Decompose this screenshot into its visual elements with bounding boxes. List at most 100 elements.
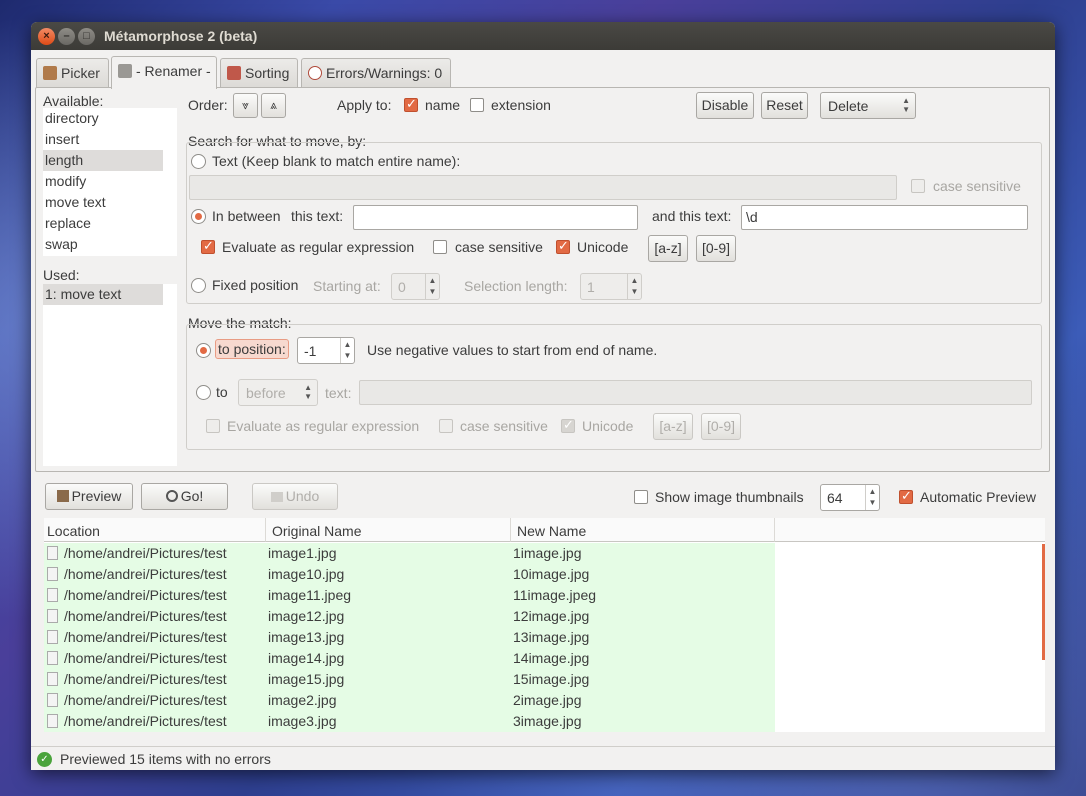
negative-hint: Use negative values to start from end of… xyxy=(367,342,658,358)
file-icon xyxy=(47,609,58,623)
to-text-radio[interactable] xyxy=(196,385,211,400)
cell-location: /home/andrei/Pictures/test xyxy=(64,692,227,708)
to-position-radio[interactable] xyxy=(196,343,211,358)
move-az-button[interactable]: [a-z] xyxy=(653,413,693,440)
before-combo[interactable]: before ▲ ▼ xyxy=(238,379,318,406)
spin-arrows-icon: ▲ ▼ xyxy=(902,96,910,114)
used-list[interactable]: 1: move text xyxy=(43,284,177,466)
file-table[interactable]: Location Original Name New Name /home/an… xyxy=(44,518,1045,732)
cell-original: image2.jpg xyxy=(268,692,337,708)
available-list[interactable]: directory insert length modify move text… xyxy=(43,108,177,256)
table-row[interactable]: /home/andrei/Pictures/test image13.jpg 13i… xyxy=(44,627,775,648)
move-case-sensitive-checkbox[interactable] xyxy=(439,419,453,433)
move-eval-regex-checkbox[interactable] xyxy=(206,419,220,433)
this-text-input[interactable] xyxy=(353,205,638,230)
table-row[interactable]: /home/andrei/Pictures/test image12.jpg 12i… xyxy=(44,606,775,627)
table-row[interactable]: /home/andrei/Pictures/test image14.jpg 14i… xyxy=(44,648,775,669)
selection-length-spin[interactable]: 1 ▲ ▼ xyxy=(580,273,642,300)
text-option-label: Text (Keep blank to match entire name): xyxy=(212,153,461,169)
column-new-name[interactable]: New Name xyxy=(511,518,775,542)
tab-renamer[interactable]: - Renamer - xyxy=(111,56,217,89)
move-down-button[interactable]: ⩔ xyxy=(233,93,258,118)
reset-button[interactable]: Reset xyxy=(761,92,808,119)
position-spin[interactable]: -1 ▲ ▼ xyxy=(297,337,355,364)
status-bar: ✓ Previewed 15 items with no errors xyxy=(31,746,1055,770)
move-digits-button[interactable]: [0-9] xyxy=(701,413,741,440)
column-location[interactable]: Location xyxy=(44,518,266,542)
before-combo-label: before xyxy=(246,385,286,401)
cell-new: 15image.jpg xyxy=(513,671,590,687)
show-thumbnails-checkbox[interactable] xyxy=(634,490,648,504)
list-item-replace[interactable]: replace xyxy=(43,213,163,234)
used-item-move-text[interactable]: 1: move text xyxy=(43,284,163,305)
auto-preview-checkbox[interactable] xyxy=(899,488,913,504)
title-bar[interactable]: × – □ Métamorphose 2 (beta) xyxy=(31,22,1055,50)
list-item-insert[interactable]: insert xyxy=(43,129,163,150)
column-original-name[interactable]: Original Name xyxy=(266,518,511,542)
table-row[interactable]: /home/andrei/Pictures/test image11.jpeg 11… xyxy=(44,585,775,606)
undo-button-label: Undo xyxy=(285,488,320,504)
error-icon xyxy=(308,66,322,80)
fixed-position-radio[interactable] xyxy=(191,278,206,293)
preview-button-label: Preview xyxy=(71,488,122,504)
tab-sorting[interactable]: Sorting xyxy=(220,58,298,88)
table-row[interactable]: /home/andrei/Pictures/test image1.jpg 1ima… xyxy=(44,543,775,564)
cell-location: /home/andrei/Pictures/test xyxy=(64,671,227,687)
status-text: Previewed 15 items with no errors xyxy=(60,751,271,767)
case-sensitive-checkbox-disabled[interactable] xyxy=(911,179,925,193)
list-item-swap[interactable]: swap xyxy=(43,234,163,255)
text-radio[interactable] xyxy=(191,154,206,169)
cell-location: /home/andrei/Pictures/test xyxy=(64,566,227,582)
move-text-input[interactable] xyxy=(359,380,1032,405)
tab-picker-label: Picker xyxy=(61,65,100,81)
cell-original: image14.jpg xyxy=(268,650,345,666)
spin-arrows-icon: ▲ ▼ xyxy=(304,383,312,401)
move-unicode-checkbox[interactable] xyxy=(561,417,575,433)
az-button[interactable]: [a-z] xyxy=(648,235,688,262)
undo-icon xyxy=(270,492,283,502)
column-empty xyxy=(775,518,1045,542)
disable-button[interactable]: Disable xyxy=(696,92,754,119)
eval-regex-checkbox[interactable] xyxy=(201,238,215,254)
preview-button[interactable]: Preview xyxy=(45,483,133,510)
close-icon[interactable]: × xyxy=(38,28,55,45)
starting-at-value: 0 xyxy=(398,279,406,295)
eval-regex-label: Evaluate as regular expression xyxy=(222,239,415,255)
maximize-icon[interactable]: □ xyxy=(78,28,95,45)
apply-extension-checkbox[interactable] xyxy=(470,98,484,112)
cell-new: 2image.jpg xyxy=(513,692,582,708)
starting-at-spin[interactable]: 0 ▲ ▼ xyxy=(391,273,440,300)
chevron-up-icon: ⩓ xyxy=(270,98,277,112)
list-item-move-text[interactable]: move text xyxy=(43,192,163,213)
apply-name-checkbox[interactable] xyxy=(404,96,418,112)
list-item-modify[interactable]: modify xyxy=(43,171,163,192)
list-item-directory[interactable]: directory xyxy=(43,108,163,129)
file-icon xyxy=(47,567,58,581)
table-row[interactable]: /home/andrei/Pictures/test image2.jpg 2ima… xyxy=(44,690,775,711)
renamer-icon xyxy=(118,64,132,78)
move-up-button[interactable]: ⩓ xyxy=(261,93,286,118)
list-item-length[interactable]: length xyxy=(43,150,163,171)
cell-original: image13.jpg xyxy=(268,629,345,645)
unicode-checkbox[interactable] xyxy=(556,238,570,254)
table-scrollbar[interactable] xyxy=(1042,544,1045,660)
in-between-radio[interactable] xyxy=(191,209,206,224)
tab-renamer-label: - Renamer - xyxy=(136,63,211,79)
apply-to-label: Apply to: xyxy=(337,97,392,113)
table-row[interactable]: /home/andrei/Pictures/test image3.jpg 3ima… xyxy=(44,711,775,732)
delete-combo[interactable]: Delete ▲ ▼ xyxy=(820,92,916,119)
and-this-text-input[interactable]: \d xyxy=(741,205,1028,230)
minimize-icon[interactable]: – xyxy=(58,28,75,45)
cell-original: image11.jpeg xyxy=(268,587,352,603)
tab-picker[interactable]: Picker xyxy=(36,58,109,88)
thumb-size-spin[interactable]: 64 ▲ ▼ xyxy=(820,484,880,511)
position-value: -1 xyxy=(304,343,317,359)
search-text-input[interactable] xyxy=(189,175,897,200)
tab-errors[interactable]: Errors/Warnings: 0 xyxy=(301,58,451,88)
case-sensitive-checkbox[interactable] xyxy=(433,240,447,254)
table-row[interactable]: /home/andrei/Pictures/test image10.jpg 10i… xyxy=(44,564,775,585)
go-button[interactable]: Go! xyxy=(141,483,228,510)
table-row[interactable]: /home/andrei/Pictures/test image15.jpg 15i… xyxy=(44,669,775,690)
undo-button[interactable]: Undo xyxy=(252,483,338,510)
digits-button[interactable]: [0-9] xyxy=(696,235,736,262)
